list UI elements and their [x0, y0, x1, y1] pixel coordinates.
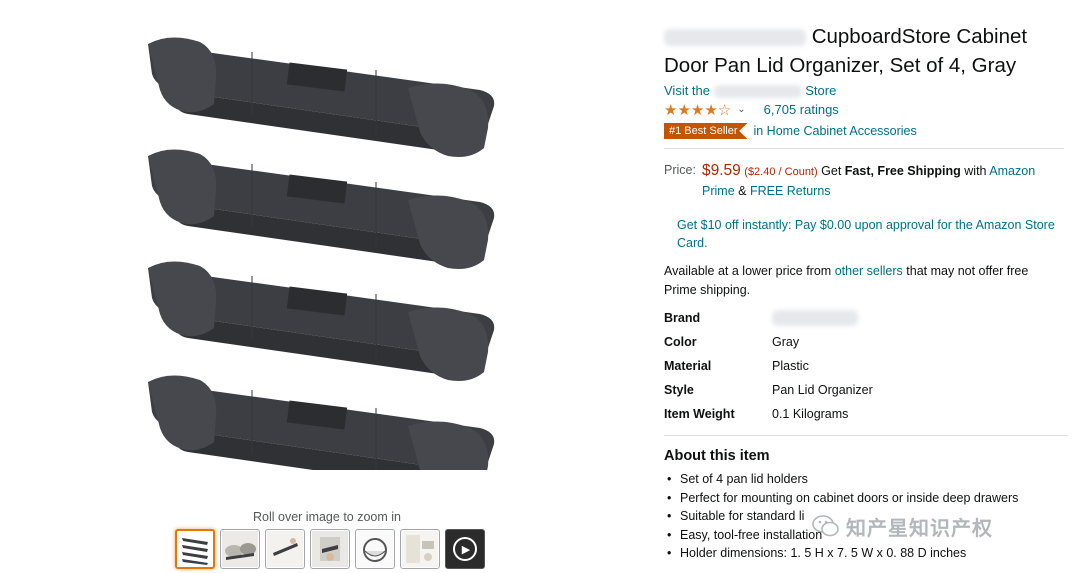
visit-store-link[interactable]: Visit the Store [664, 82, 1064, 99]
store-card-promo-link[interactable]: Get $10 off instantly: Pay $0.00 upon ap… [677, 216, 1064, 252]
pan-lid-holder-4 [147, 374, 495, 470]
image-gallery: Roll over image to zoom in ▶ [0, 0, 640, 573]
play-icon: ▶ [453, 537, 477, 561]
thumbnail-kitchen[interactable] [400, 529, 440, 569]
product-details: CupboardStore Cabinet Door Pan Lid Organ… [664, 22, 1068, 563]
list-item: Easy, tool-free installation [664, 526, 1064, 545]
spec-table: Brand Color Gray Material Plastic Style … [664, 306, 1064, 426]
thumbnail-in-use[interactable] [220, 529, 260, 569]
shipping-text: Fast, Free Shipping [844, 164, 961, 178]
list-item: Holder dimensions: 1. 5 H x 7. 5 W x 0. … [664, 544, 1064, 563]
thumbnail-strip: ▶ [175, 529, 485, 569]
thumbnail-detail[interactable] [310, 529, 350, 569]
product-title: CupboardStore Cabinet Door Pan Lid Organ… [664, 22, 1064, 80]
unit-price: ($2.40 / Count) [744, 166, 818, 178]
pan-lid-holder-1 [147, 36, 495, 158]
pan-lid-holder-3 [147, 260, 495, 382]
price-amount: $9.59 [702, 162, 741, 179]
thumbnail-product-set[interactable] [175, 529, 215, 569]
price-label: Price: [664, 163, 696, 177]
about-this-item-heading: About this item [664, 448, 770, 464]
price-block: Price: $9.59 ($2.40 / Count) Get Fast, F… [664, 161, 1064, 201]
feature-bullets: Set of 4 pan lid holders Perfect for mou… [664, 470, 1064, 563]
best-seller-category-link[interactable]: in Home Cabinet Accessories [753, 124, 916, 138]
ratings-count-link[interactable]: 6,705 ratings [764, 102, 839, 117]
best-seller-row: #1 Best Seller in Home Cabinet Accessori… [664, 123, 1064, 139]
redacted-store-name [713, 85, 802, 99]
pan-lid-holder-2 [147, 148, 495, 270]
spec-row-item-weight: Item Weight 0.1 Kilograms [664, 407, 849, 421]
zoom-hint: Roll over image to zoom in [253, 510, 401, 524]
main-product-image[interactable] [140, 30, 500, 470]
redacted-brand-value [772, 310, 858, 326]
thumbnail-video[interactable]: ▶ [445, 529, 485, 569]
spec-row-material: Material Plastic [664, 359, 809, 373]
list-item: Set of 4 pan lid holders [664, 470, 1064, 489]
thumbnail-round-item[interactable] [355, 529, 395, 569]
list-item: Suitable for standard li [664, 507, 1064, 526]
best-seller-badge[interactable]: #1 Best Seller [664, 123, 748, 139]
divider [664, 435, 1068, 436]
star-rating-icon[interactable]: ★★★★☆ [664, 101, 731, 119]
thumbnail-mounting[interactable] [265, 529, 305, 569]
chevron-down-icon[interactable]: ⌄ [737, 104, 745, 115]
spec-row-color: Color Gray [664, 335, 800, 349]
rating-row: ★★★★☆ ⌄ 6,705 ratings [664, 100, 1064, 119]
free-returns-link[interactable]: FREE Returns [750, 184, 831, 198]
divider [664, 148, 1064, 149]
spec-row-style: Style Pan Lid Organizer [664, 383, 873, 397]
other-sellers-link[interactable]: other sellers [835, 264, 903, 278]
list-item: Perfect for mounting on cabinet doors or… [664, 489, 1064, 508]
redacted-brand-name [664, 29, 806, 47]
spec-row-brand: Brand [664, 306, 1064, 330]
lower-price-notice: Available at a lower price from other se… [664, 264, 1029, 297]
